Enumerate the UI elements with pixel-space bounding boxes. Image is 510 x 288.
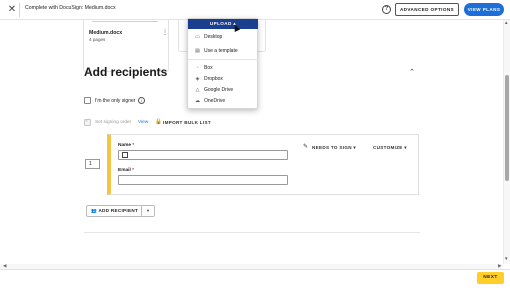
info-icon[interactable]: i <box>138 97 145 104</box>
window-title: Complete with DocuSign: Medium.docx <box>25 5 116 11</box>
view-plans-button[interactable]: VIEW PLANS <box>464 3 504 16</box>
import-bulk-list-button[interactable]: IMPORT BULK LIST <box>163 120 211 125</box>
name-field[interactable] <box>118 150 288 160</box>
monitor-icon: ▭ <box>195 34 200 40</box>
chevron-up-icon[interactable]: ⌃ <box>409 68 415 76</box>
only-signer-checkbox[interactable] <box>84 97 91 104</box>
pen-icon: ✎ <box>303 144 309 150</box>
customize-dropdown[interactable]: CUSTOMIZE ▾ <box>373 145 407 151</box>
lock-icon: 🔒 <box>155 119 162 125</box>
check-icon: ✓ <box>85 118 90 124</box>
scroll-up-icon[interactable]: ▲ <box>504 20 508 25</box>
routing-order-input[interactable]: 1 <box>85 159 100 169</box>
menu-item-onedrive[interactable]: ☁ OneDrive <box>194 97 225 105</box>
vertical-scrollbar-thumb[interactable] <box>505 75 509 181</box>
more-options-icon[interactable]: ⋮ <box>162 30 168 36</box>
menu-item-template[interactable]: ▤ Use a template <box>194 47 238 55</box>
google-drive-icon: △ <box>195 87 200 93</box>
menu-item-google-drive[interactable]: △ Google Drive <box>194 86 234 94</box>
topbar-divider <box>19 3 20 17</box>
signing-order-label: Set signing order <box>95 120 132 125</box>
template-icon: ▤ <box>195 48 200 54</box>
menu-item-desktop[interactable]: ▭ Desktop <box>194 33 222 41</box>
contacts-icon[interactable] <box>122 152 128 158</box>
view-signing-order-link[interactable]: View <box>138 120 148 125</box>
add-person-icon: 👥 <box>91 208 98 213</box>
next-button[interactable]: NEXT <box>477 272 504 284</box>
menu-item-box[interactable]: ▫ Box <box>194 64 213 72</box>
footer-bar <box>0 269 510 288</box>
help-icon[interactable]: ? <box>382 5 391 14</box>
recipient-card <box>107 134 419 195</box>
add-recipient-menu-button[interactable]: ▾ <box>142 205 155 217</box>
dropbox-icon: ◈ <box>195 76 200 82</box>
onedrive-icon: ☁ <box>195 98 200 104</box>
close-icon[interactable]: ✕ <box>6 4 18 16</box>
only-signer-label: I'm the only signer <box>95 98 136 104</box>
advanced-options-button[interactable]: ADVANCED OPTIONS <box>395 3 459 16</box>
top-bar: ✕ Complete with DocuSign: Medium.docx ? … <box>0 0 510 20</box>
add-recipient-button[interactable]: 👥 ADD RECIPIENT <box>86 205 142 217</box>
menu-item-dropbox[interactable]: ◈ Dropbox <box>194 75 223 83</box>
section-divider <box>84 232 420 233</box>
document-page-count: 4 pages <box>89 37 106 42</box>
scroll-down-icon[interactable]: ▼ <box>504 256 508 261</box>
name-field-label: Name * <box>118 143 135 148</box>
box-icon: ▫ <box>196 65 199 71</box>
menu-divider <box>188 59 258 60</box>
section-title: Add recipients <box>84 65 168 79</box>
email-field[interactable] <box>118 175 288 185</box>
document-thumbnail <box>92 20 158 25</box>
email-field-label: Email * <box>118 168 135 173</box>
recipient-action-dropdown[interactable]: NEEDS TO SIGN ▾ <box>312 145 356 151</box>
document-name: Medium.docx <box>89 30 123 36</box>
upload-button[interactable]: UPLOAD ▴ <box>188 19 258 29</box>
